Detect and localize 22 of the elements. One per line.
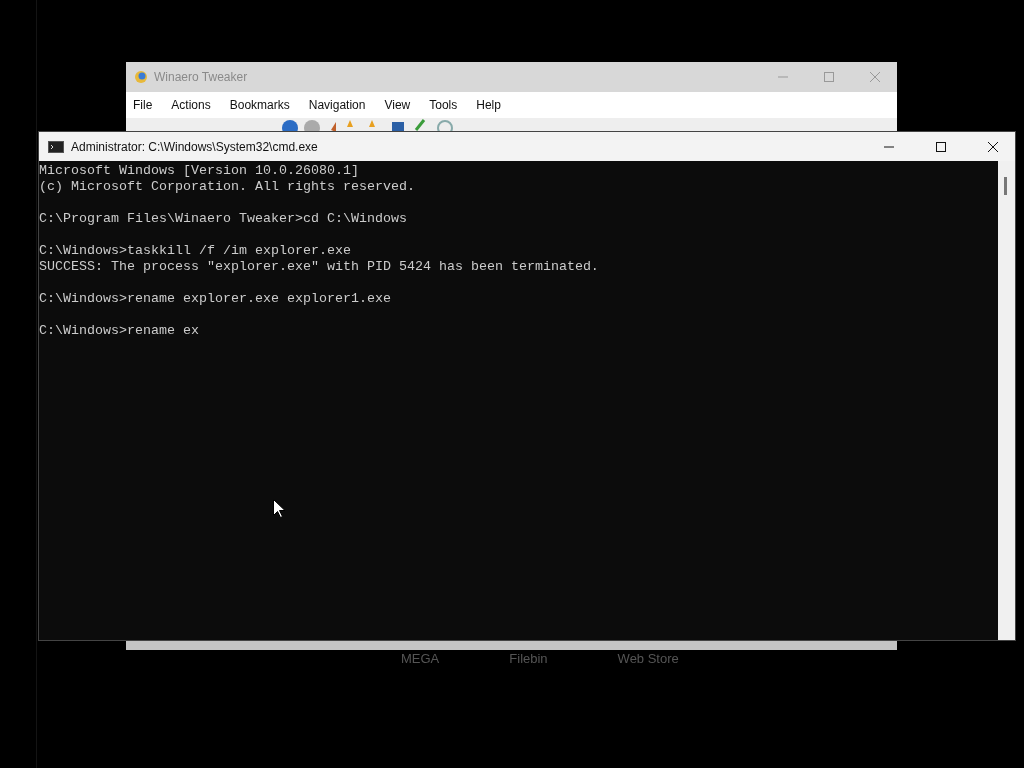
menu-item[interactable]: File bbox=[133, 98, 153, 112]
console-line: C:\Windows>taskkill /f /im explorer.exe bbox=[39, 243, 352, 259]
console-line: SUCCESS: The process "explorer.exe" with PID 5424 has been terminated. bbox=[39, 259, 600, 275]
console-line: Microsoft Windows [Version 10.0.26080.1] bbox=[39, 163, 360, 179]
console-line: C:\Program Files\Winaero Tweaker>cd C:\Windows bbox=[39, 211, 408, 227]
menu-item[interactable]: Navigation bbox=[308, 98, 366, 112]
menu-item[interactable]: Bookmarks bbox=[229, 98, 290, 112]
menu-item[interactable]: Tools bbox=[429, 98, 458, 112]
console-line: C:\Windows>rename ex bbox=[39, 323, 200, 339]
maximize-icon[interactable] bbox=[935, 140, 947, 153]
window-title: Winaero Tweaker bbox=[154, 70, 248, 84]
console-line: C:\Windows>rename explorer.exe explorer1.exe bbox=[39, 291, 392, 307]
menu-item[interactable]: Help bbox=[476, 98, 501, 112]
console-icon bbox=[48, 140, 64, 153]
close-icon[interactable] bbox=[987, 140, 999, 153]
menu-item[interactable]: View bbox=[384, 98, 411, 112]
console-line: (c) Microsoft Corporation. All rights reserved. bbox=[39, 179, 416, 195]
window-title: Administrator: C:\Windows\System32\cmd.exe bbox=[71, 139, 318, 154]
app-logo-icon bbox=[134, 70, 148, 84]
mouse-pointer-icon bbox=[273, 499, 285, 518]
scrollbar[interactable] bbox=[998, 161, 1015, 640]
menu-item[interactable]: Actions bbox=[171, 98, 211, 112]
